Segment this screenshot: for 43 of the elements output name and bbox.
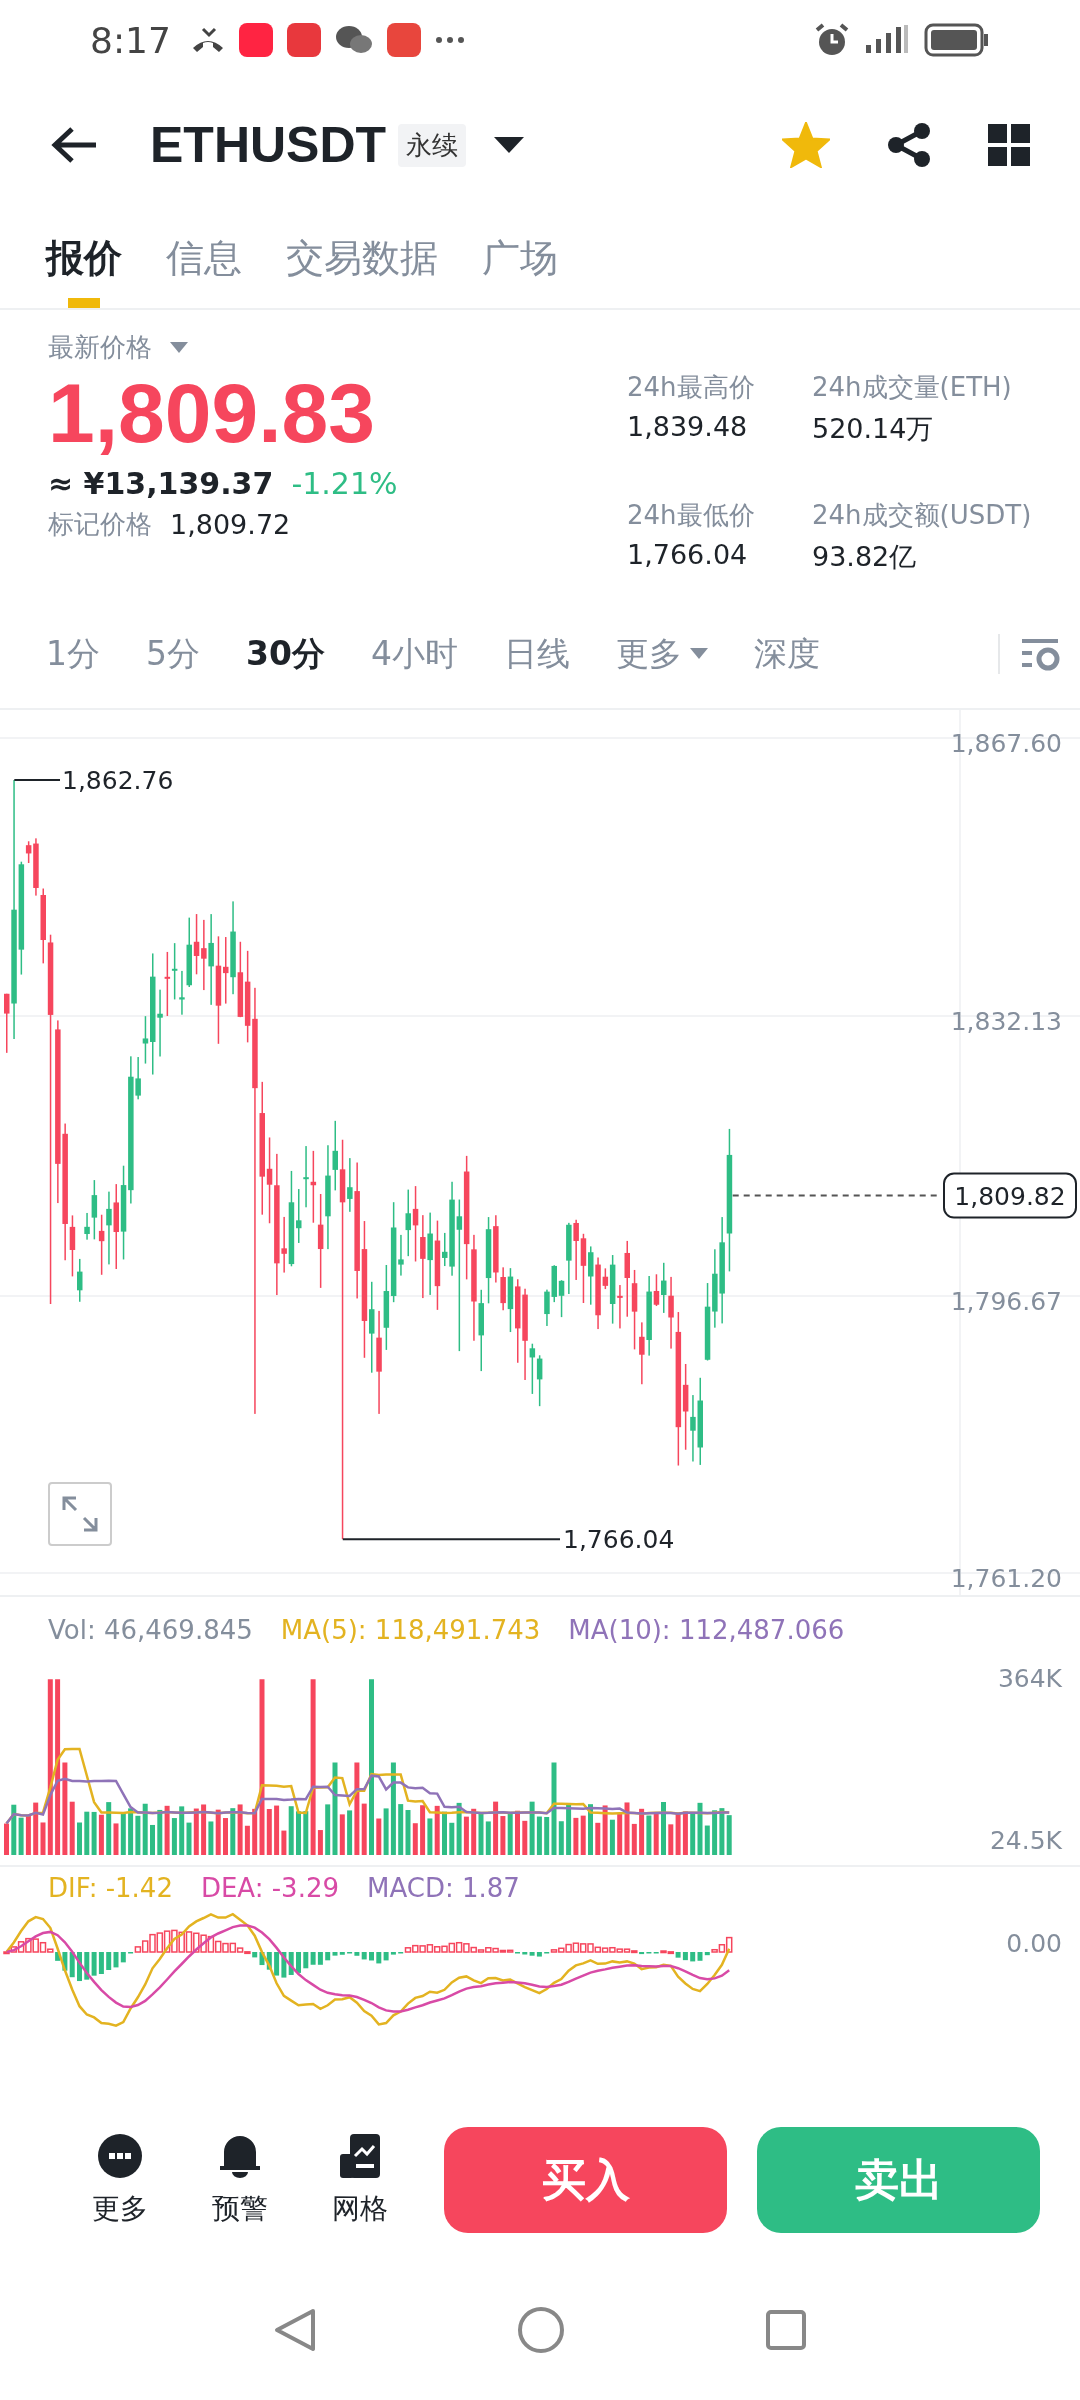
tab[interactable]: 信息 <box>166 233 242 308</box>
stat-value: 520.14万 <box>812 412 935 446</box>
sell-button[interactable]: 卖出 <box>757 2127 1040 2233</box>
interval-tab[interactable]: 深度 <box>753 631 820 677</box>
price-axis-label: 1,867.60 <box>950 729 1062 758</box>
interval-tab[interactable]: 5分 <box>146 631 200 677</box>
price-axis-label: 1,761.20 <box>950 1564 1062 1593</box>
mark-price-label: 标记价格 <box>48 507 152 541</box>
tab[interactable]: 报价 <box>46 233 122 308</box>
price-change: -1.21% <box>291 465 398 501</box>
buy-button[interactable]: 买入 <box>444 2127 727 2233</box>
price-axis-label: 1,832.13 <box>950 1007 1062 1036</box>
low-price-marker: 1,766.04 <box>563 1525 675 1555</box>
stat-label: 24h成交额(USDT) <box>812 499 1033 532</box>
stat-label: 24h成交量(ETH) <box>812 371 1013 404</box>
toolbar-button[interactable]: 网格 <box>300 2132 420 2228</box>
interval-tab[interactable]: 日线 <box>503 631 570 677</box>
interval-tab[interactable]: 更多 <box>615 631 708 677</box>
interval-tab[interactable]: 30分 <box>246 631 325 677</box>
symbol-title: ETHUSDT <box>150 116 387 174</box>
tab[interactable]: 广场 <box>482 233 558 308</box>
stat-value: 1,839.48 <box>627 411 749 442</box>
price-axis-label: 1,796.67 <box>950 1287 1062 1316</box>
status-time: 8:17 <box>90 19 171 61</box>
stat-label: 24h最低价 <box>627 499 756 532</box>
volume-axis-label: 364K <box>997 1664 1062 1693</box>
last-price: 1,809.83 <box>48 365 376 462</box>
toolbar-button[interactable]: 更多 <box>60 2132 180 2228</box>
macd-axis-label: 0.00 <box>1006 1929 1062 1958</box>
volume-axis-label: 24.5K <box>989 1826 1062 1855</box>
toolbar-button[interactable]: 预警 <box>180 2132 300 2228</box>
last-price-tag: 1,809.82 <box>943 1172 1077 1219</box>
high-price-marker: 1,862.76 <box>62 766 174 795</box>
interval-tab[interactable]: 4小时 <box>370 631 458 677</box>
price-type-label[interactable]: 最新价格 <box>48 330 152 365</box>
stat-label: 24h最高价 <box>627 371 756 404</box>
contract-tag: 永续 <box>398 123 467 167</box>
mark-price: 1,809.72 <box>170 508 291 540</box>
interval-tab[interactable]: 1分 <box>46 631 100 677</box>
tab[interactable]: 交易数据 <box>286 233 438 308</box>
stat-value: 93.82亿 <box>812 540 918 574</box>
cny-price: ≈ ¥13,139.37 <box>48 465 274 501</box>
stat-value: 1,766.04 <box>627 539 749 570</box>
